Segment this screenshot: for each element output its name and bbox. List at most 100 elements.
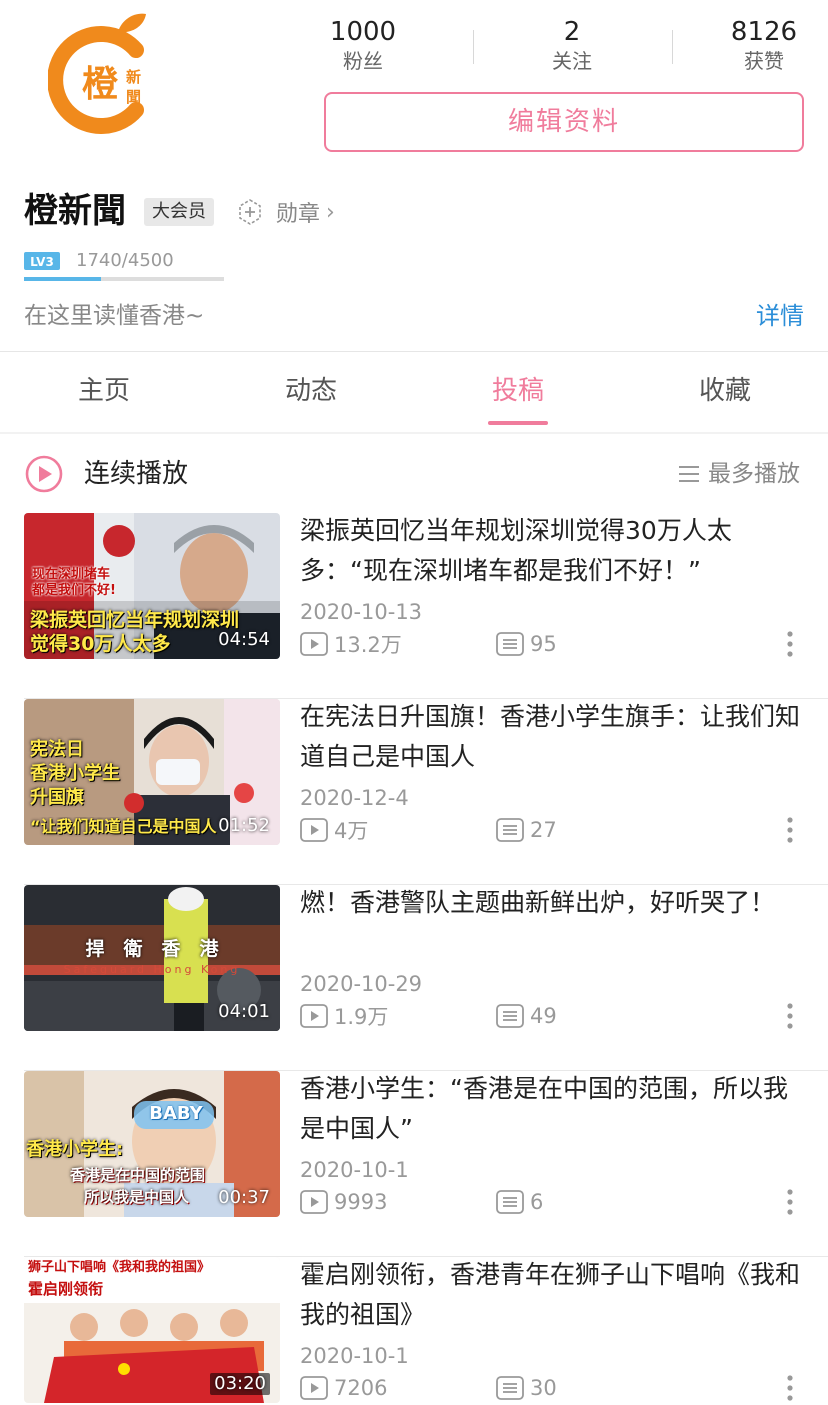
video-thumbnail[interactable]: 宪法日 香港小学生 升国旗 “让我们知道自己是中国人 01:52 <box>24 699 280 845</box>
comments-count: 6 <box>530 1190 544 1214</box>
play-circle-icon[interactable] <box>24 454 64 494</box>
tab-submissions[interactable]: 投稿 <box>438 372 598 410</box>
video-title[interactable]: 霍启刚领衔，香港青年在狮子山下唱响《我和我的祖国》 <box>300 1255 810 1335</box>
video-title[interactable]: 梁振英回忆当年规划深圳觉得30万人太多：“现在深圳堵车都是我们不好！” <box>300 511 810 591</box>
video-thumbnail[interactable]: BABY 香港小学生: 香港是在中国的范围 所以我是中国人 00:37 <box>24 1071 280 1217</box>
thumb-caption: 香港小学生: <box>26 1139 124 1160</box>
video-date: 2020-12-4 <box>300 786 409 810</box>
level-badge-text: LV3 <box>30 255 54 269</box>
thumb-caption: Safeguard Hong Kong <box>63 963 241 976</box>
views-count: 1.9万 <box>334 1005 389 1029</box>
edit-profile-button[interactable]: 编辑资料 <box>324 92 804 152</box>
tab-active-indicator <box>488 421 548 425</box>
views-count: 7206 <box>334 1376 388 1400</box>
likes-count: 8126 <box>730 17 798 47</box>
comment-icon <box>496 632 524 656</box>
thumb-caption: 狮子山下唱响《我和我的祖国》 <box>28 1260 211 1275</box>
list-icon <box>679 466 699 482</box>
play-count-icon <box>300 1190 328 1214</box>
video-item[interactable]: 狮子山下唱响《我和我的祖国》 霍启刚领衔 03:20 霍启刚领衔，香港青年在狮子… <box>0 1257 828 1405</box>
video-thumbnail[interactable]: 狮子山下唱响《我和我的祖国》 霍启刚领衔 03:20 <box>24 1257 280 1403</box>
continuous-play-label[interactable]: 连续播放 <box>84 455 188 493</box>
video-comments: 49 <box>496 1001 557 1031</box>
sort-dropdown[interactable]: 最多播放 <box>678 458 800 490</box>
stat-divider <box>473 30 474 64</box>
video-duration: 03:20 <box>210 1373 270 1395</box>
medal-plus-icon <box>239 199 261 225</box>
divider <box>0 351 828 352</box>
more-options-icon[interactable] <box>784 1001 796 1031</box>
following-label: 关注 <box>552 49 592 73</box>
thumb-caption: 现在深圳堵车 <box>32 567 111 582</box>
video-views: 9993 <box>300 1187 387 1217</box>
likes-stat[interactable]: 8126 获赞 <box>704 16 824 74</box>
video-comments: 95 <box>496 629 557 659</box>
channel-logo: 橙 新 聞 <box>47 10 160 134</box>
video-thumbnail[interactable]: 现在深圳堵车 都是我们不好! 梁振英回忆当年规划深圳 觉得30万人太多 04:5… <box>24 513 280 659</box>
thumb-caption: 都是我们不好! <box>32 583 116 598</box>
stat-divider <box>672 30 673 64</box>
play-count-icon <box>300 632 328 656</box>
comments-count: 30 <box>530 1376 557 1400</box>
video-item[interactable]: 现在深圳堵车 都是我们不好! 梁振英回忆当年规划深圳 觉得30万人太多 04:5… <box>0 513 828 699</box>
video-thumbnail[interactable]: 捍 衛 香 港 Safeguard Hong Kong 04:01 <box>24 885 280 1031</box>
play-count-icon <box>300 818 328 842</box>
video-item[interactable]: 宪法日 香港小学生 升国旗 “让我们知道自己是中国人 01:52 在宪法日升国旗… <box>0 699 828 885</box>
chevron-right-icon: › <box>326 199 335 225</box>
video-date: 2020-10-29 <box>300 972 423 996</box>
more-options-icon[interactable] <box>784 629 796 659</box>
views-count: 9993 <box>334 1190 388 1214</box>
thumb-caption: 香港是在中国的范围 <box>70 1166 206 1184</box>
comment-icon <box>496 1376 524 1400</box>
level-badge-icon: LV3 <box>24 252 60 270</box>
logo-char: 橙 <box>82 64 118 105</box>
video-date: 2020-10-1 <box>300 1158 409 1182</box>
thumb-caption: BABY <box>149 1103 203 1124</box>
video-duration: 04:01 <box>218 1001 270 1022</box>
channel-bio: 在这里读懂香港~ <box>24 303 205 329</box>
following-stat[interactable]: 2 关注 <box>512 16 632 74</box>
video-views: 13.2万 <box>300 629 402 659</box>
exp-progress-fill <box>24 277 101 281</box>
video-comments: 30 <box>496 1373 557 1403</box>
logo-small-1: 新 <box>126 68 141 86</box>
video-comments: 27 <box>496 815 557 845</box>
followers-label: 粉丝 <box>343 49 383 73</box>
tab-home[interactable]: 主页 <box>24 372 184 410</box>
tab-favorites[interactable]: 收藏 <box>645 372 805 410</box>
vip-badge[interactable]: 大会员 <box>144 198 214 226</box>
comments-count: 27 <box>530 818 557 842</box>
video-item[interactable]: BABY 香港小学生: 香港是在中国的范围 所以我是中国人 00:37 香港小学… <box>0 1071 828 1257</box>
tab-dynamics[interactable]: 动态 <box>231 372 391 410</box>
thumb-caption: 霍启刚领衔 <box>28 1280 104 1298</box>
thumb-caption: “让我们知道自己是中国人 <box>30 817 217 836</box>
more-options-icon[interactable] <box>784 1187 796 1217</box>
play-count-icon <box>300 1004 328 1028</box>
thumb-caption: 宪法日 <box>30 739 84 760</box>
medal-label: 勋章 <box>276 202 321 227</box>
exp-text: 1740/4500 <box>76 250 174 271</box>
thumb-caption: 捍 衛 香 港 <box>85 938 219 960</box>
followers-count: 1000 <box>329 17 397 47</box>
video-title[interactable]: 在宪法日升国旗！香港小学生旗手：让我们知道自己是中国人 <box>300 697 810 777</box>
video-date: 2020-10-13 <box>300 600 423 624</box>
comments-count: 49 <box>530 1004 557 1028</box>
detail-link[interactable]: 详情 <box>756 298 804 334</box>
medal-link[interactable]: 勋章 › <box>236 196 335 228</box>
video-views: 7206 <box>300 1373 387 1403</box>
views-count: 13.2万 <box>334 633 402 657</box>
thumb-caption: 所以我是中国人 <box>84 1188 190 1206</box>
followers-stat[interactable]: 1000 粉丝 <box>303 16 423 74</box>
comment-icon <box>496 818 524 842</box>
video-title[interactable]: 香港小学生：“香港是在中国的范围，所以我是中国人” <box>300 1069 810 1149</box>
video-views: 4万 <box>300 815 368 845</box>
comment-icon <box>496 1004 524 1028</box>
logo-small-2: 聞 <box>126 88 141 106</box>
more-options-icon[interactable] <box>784 815 796 845</box>
more-options-icon[interactable] <box>784 1373 796 1403</box>
channel-name: 橙新聞 <box>24 191 126 231</box>
video-duration: 04:54 <box>218 629 270 650</box>
video-title[interactable]: 燃！香港警队主题曲新鲜出炉，好听哭了！ <box>300 883 810 923</box>
video-duration: 01:52 <box>218 815 270 836</box>
video-item[interactable]: 捍 衛 香 港 Safeguard Hong Kong 04:01 燃！香港警队… <box>0 885 828 1071</box>
